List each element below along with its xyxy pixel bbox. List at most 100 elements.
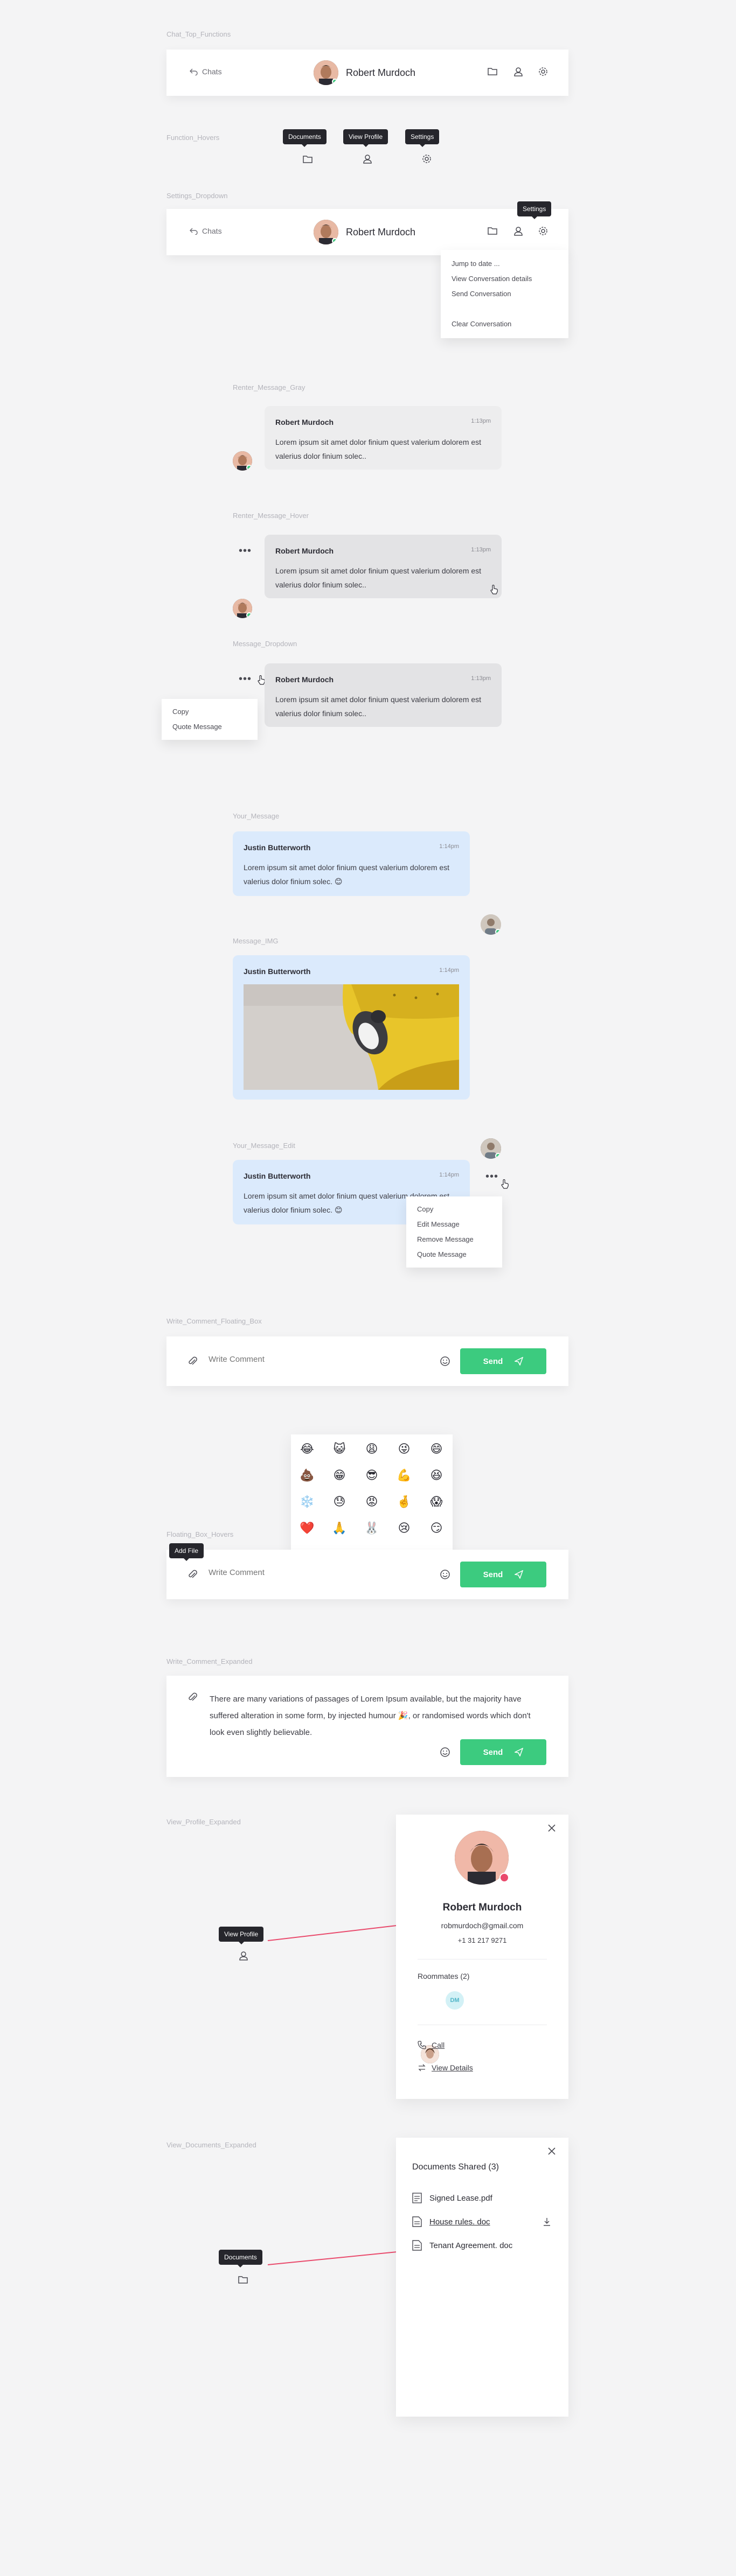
- gear-icon[interactable]: [538, 67, 548, 76]
- folder-icon[interactable]: [303, 155, 314, 164]
- profile-email[interactable]: robmurdoch@gmail.com: [396, 1921, 568, 1930]
- emoji-item[interactable]: ❤️: [291, 1521, 323, 1548]
- comment-input[interactable]: [209, 1355, 370, 1364]
- more-options-icon[interactable]: •••: [239, 674, 252, 684]
- message-time: 1:14pm: [439, 843, 459, 850]
- emoji-item[interactable]: 😜: [388, 1442, 420, 1468]
- emoji-item[interactable]: 😺: [323, 1442, 356, 1468]
- call-link[interactable]: Call: [418, 2041, 445, 2049]
- emoji-item[interactable]: 😩: [356, 1442, 388, 1468]
- online-status-dot: [495, 1153, 501, 1159]
- menu-item-jump-to-date[interactable]: Jump to date ...: [452, 256, 558, 271]
- gear-icon[interactable]: [422, 154, 432, 164]
- download-icon[interactable]: [543, 2217, 551, 2226]
- your-message: Justin Butterworth 1:14pm Lorem ipsum si…: [233, 831, 470, 896]
- back-label: Chats: [202, 67, 222, 76]
- section-label: Message_Dropdown: [233, 640, 297, 648]
- user-icon[interactable]: [513, 67, 523, 76]
- menu-item-quote-message[interactable]: Quote Message: [417, 1247, 491, 1262]
- emoji-item[interactable]: 😎: [356, 1468, 388, 1495]
- more-options-icon[interactable]: •••: [485, 1171, 498, 1182]
- menu-item-edit-message[interactable]: Edit Message: [417, 1217, 491, 1232]
- document-item[interactable]: House rules. doc: [412, 2216, 490, 2227]
- send-arrow-icon: [515, 1570, 524, 1579]
- emoji-item[interactable]: 🤞: [388, 1495, 420, 1521]
- section-label: Write_Comment_Floating_Box: [166, 1317, 262, 1325]
- menu-item-remove-message[interactable]: Remove Message: [417, 1232, 491, 1247]
- send-button[interactable]: Send: [460, 1739, 546, 1765]
- emoji-item[interactable]: 😁: [323, 1468, 356, 1495]
- emoji-item[interactable]: 😓: [323, 1495, 356, 1521]
- paperclip-icon[interactable]: [188, 1356, 198, 1367]
- more-options-icon[interactable]: •••: [239, 545, 252, 556]
- section-label: Chat_Top_Functions: [166, 30, 231, 38]
- document-item[interactable]: Tenant Agreement. doc: [412, 2240, 512, 2251]
- chat-user[interactable]: Robert Murdoch: [314, 220, 415, 244]
- menu-item-quote-message[interactable]: Quote Message: [172, 719, 247, 734]
- folder-icon[interactable]: [238, 2275, 249, 2285]
- emoji-icon[interactable]: [440, 1569, 450, 1580]
- send-button[interactable]: Send: [460, 1348, 546, 1374]
- emoji-item[interactable]: 😄: [420, 1442, 453, 1468]
- avatar[interactable]: [233, 599, 252, 618]
- avatar[interactable]: [481, 914, 501, 935]
- comment-text[interactable]: There are many variations of passages of…: [210, 1691, 544, 1741]
- close-icon[interactable]: [547, 1823, 557, 1833]
- emoji-item[interactable]: 🙏: [323, 1521, 356, 1548]
- user-icon[interactable]: [363, 154, 372, 164]
- folder-icon[interactable]: [488, 67, 498, 76]
- back-arrow-icon: [190, 228, 198, 235]
- online-status-dot: [246, 465, 252, 471]
- gear-icon[interactable]: [538, 226, 548, 236]
- menu-item-copy[interactable]: Copy: [417, 1202, 491, 1217]
- menu-item-copy[interactable]: Copy: [172, 704, 247, 719]
- shared-photo[interactable]: [244, 984, 459, 1090]
- paperclip-icon[interactable]: [188, 1692, 198, 1703]
- settings-tooltip: Settings: [405, 129, 440, 147]
- sender-name: Robert Murdoch: [275, 675, 334, 684]
- menu-item-view-details[interactable]: View Conversation details: [452, 271, 558, 286]
- emoji-item[interactable]: 🐰: [356, 1521, 388, 1548]
- avatar[interactable]: [233, 451, 252, 471]
- section-label: Your_Message_Edit: [233, 1142, 295, 1150]
- menu-item-send-conversation[interactable]: Send Conversation: [452, 286, 558, 302]
- emoji-item[interactable]: ❄️: [291, 1495, 323, 1521]
- chat-top-bar: Chats Robert Murdoch: [166, 209, 568, 255]
- comment-composer: Send: [166, 1336, 568, 1386]
- chat-user-name: Robert Murdoch: [346, 67, 416, 78]
- view-details-link[interactable]: View Details: [418, 2063, 473, 2072]
- emoji-item[interactable]: 😆: [420, 1468, 453, 1495]
- message-text: Lorem ipsum sit amet dolor finium quest …: [275, 438, 482, 460]
- your-image-message: Justin Butterworth 1:14pm: [233, 955, 470, 1100]
- profile-phone[interactable]: +1 31 217 9271: [396, 1936, 568, 1944]
- roommate-initials-avatar[interactable]: DM: [446, 1991, 464, 2010]
- emoji-item[interactable]: 😡: [356, 1495, 388, 1521]
- emoji-item[interactable]: 😏: [420, 1521, 453, 1548]
- sender-name: Justin Butterworth: [244, 843, 311, 852]
- emoji-icon[interactable]: [440, 1747, 450, 1758]
- back-to-chats-button[interactable]: Chats: [189, 227, 222, 235]
- sender-name: Justin Butterworth: [244, 967, 311, 976]
- emoji-item[interactable]: 💩: [291, 1468, 323, 1495]
- avatar: [314, 220, 338, 244]
- chat-user[interactable]: Robert Murdoch: [314, 60, 415, 85]
- back-to-chats-button[interactable]: Chats: [189, 67, 222, 76]
- send-button[interactable]: Send: [460, 1562, 546, 1587]
- emoji-item[interactable]: 😢: [388, 1521, 420, 1548]
- emoji-item[interactable]: 😱: [420, 1495, 453, 1521]
- renter-message: Robert Murdoch 1:13pm Lorem ipsum sit am…: [265, 406, 502, 470]
- menu-item-clear-conversation[interactable]: Clear Conversation: [452, 317, 558, 332]
- user-icon[interactable]: [513, 226, 523, 236]
- user-icon[interactable]: [239, 1951, 248, 1961]
- folder-icon[interactable]: [488, 226, 498, 236]
- emoji-item[interactable]: 💪: [388, 1468, 420, 1495]
- avatar[interactable]: [481, 1138, 501, 1159]
- emoji-icon[interactable]: [440, 1356, 450, 1367]
- document-item[interactable]: Signed Lease.pdf: [412, 2193, 492, 2203]
- doc-file-icon: [412, 2216, 422, 2227]
- close-icon[interactable]: [547, 2146, 557, 2156]
- chat-top-bar: Chats Robert Murdoch: [166, 50, 568, 96]
- paperclip-icon[interactable]: [188, 1569, 198, 1580]
- comment-input[interactable]: [209, 1568, 370, 1577]
- emoji-item[interactable]: 😂: [291, 1442, 323, 1468]
